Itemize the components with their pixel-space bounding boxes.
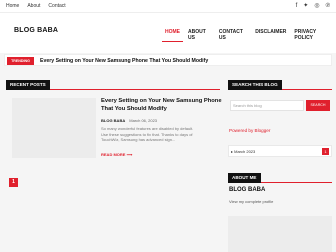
about-name[interactable]: BLOG BABA (229, 187, 265, 193)
archive-month: March 2023 (234, 149, 256, 154)
trending-ticker: TRENDING Every Setting on Your New Samsu… (4, 54, 332, 66)
post-date: March 06, 2023 (129, 118, 158, 123)
social-icons: f ✦ ◎ ℗ (296, 2, 330, 10)
top-link-home[interactable]: Home (6, 3, 19, 9)
read-more-label: READ MORE (101, 152, 126, 157)
recent-posts-header: RECENT POSTS (6, 80, 220, 90)
page: Home About Contact f ✦ ◎ ℗ BLOG BABA HOM… (0, 0, 336, 252)
search-input[interactable]: Search this blog (230, 100, 304, 111)
pinterest-icon[interactable]: ℗ (326, 2, 330, 10)
twitter-icon[interactable]: ✦ (303, 2, 308, 10)
top-link-contact[interactable]: Contact (48, 3, 65, 9)
nav-contact-us[interactable]: CONTACT US (216, 28, 250, 42)
pagination-current[interactable]: 1 (9, 178, 18, 187)
sidebar: SEARCH THIS BLOG Search this blog SEARCH… (228, 80, 332, 252)
archive-item[interactable]: ▸ March 2023 (231, 149, 255, 154)
nav-disclaimer[interactable]: DISCLAIMER (252, 28, 289, 42)
powered-by-link[interactable]: Powered by Blogger (229, 128, 270, 133)
nav-privacy-policy[interactable]: PRIVACY POLICY (291, 28, 334, 42)
top-bar: Home About Contact f ✦ ◎ ℗ (0, 0, 336, 13)
main-nav: HOME ABOUT US CONTACT US DISCLAIMER PRIV… (162, 28, 336, 42)
search-widget-title: SEARCH THIS BLOG (228, 80, 282, 90)
top-links: Home About Contact (6, 3, 66, 9)
archive-count-badge: 1 (322, 148, 329, 155)
archive-dropdown[interactable]: ▸ March 2023 1 (228, 145, 332, 157)
trending-post-link[interactable]: Every Setting on Your New Samsung Phone … (40, 57, 208, 65)
profile-link[interactable]: View my complete profile (229, 199, 273, 204)
site-header: BLOG BABA HOME ABOUT US CONTACT US DISCL… (0, 13, 336, 53)
about-widget-header: ABOUT ME (228, 173, 332, 183)
top-link-about[interactable]: About (27, 3, 40, 9)
post-thumbnail[interactable] (12, 98, 96, 158)
site-logo[interactable]: BLOG BABA (14, 27, 58, 34)
search-button[interactable]: SEARCH (306, 100, 330, 111)
post-author[interactable]: BLOG BABA (101, 118, 125, 123)
nav-about-us[interactable]: ABOUT US (185, 28, 214, 42)
read-more-link[interactable]: READ MORE ⟶ (101, 152, 132, 157)
facebook-icon[interactable]: f (296, 2, 298, 10)
about-image (228, 216, 332, 252)
nav-home[interactable]: HOME (162, 28, 183, 42)
post-excerpt: So many wonderful features are disabled … (101, 126, 194, 143)
recent-posts-title: RECENT POSTS (6, 80, 50, 90)
main-content: RECENT POSTS Every Setting on Your New S… (4, 80, 222, 252)
arrow-right-icon: ⟶ (126, 152, 133, 157)
about-widget-title: ABOUT ME (228, 173, 261, 183)
post-title[interactable]: Every Setting on Your New Samsung Phone … (101, 97, 223, 113)
search-widget-header: SEARCH THIS BLOG (228, 80, 332, 90)
post-meta: BLOG BABA March 06, 2023 (101, 118, 157, 123)
instagram-icon[interactable]: ◎ (314, 2, 319, 10)
trending-label: TRENDING (7, 57, 34, 65)
